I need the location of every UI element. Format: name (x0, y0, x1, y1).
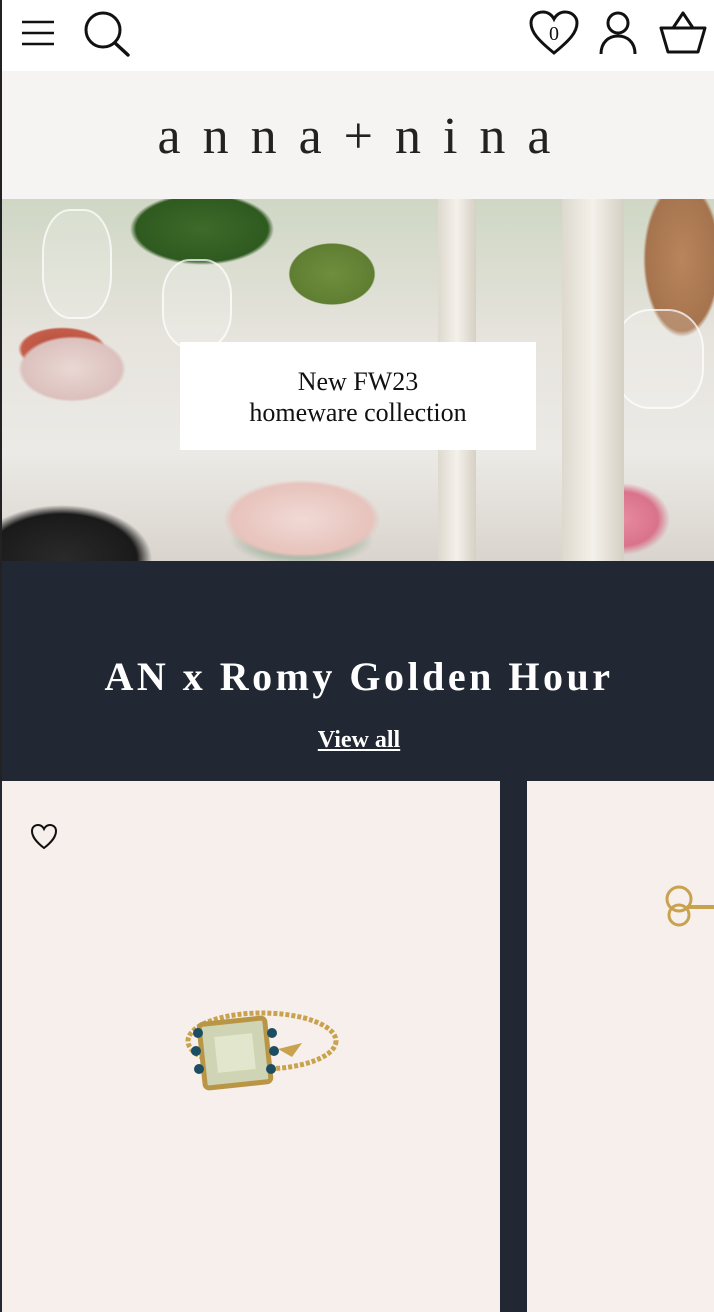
hero-image-glass (162, 259, 232, 349)
basket-icon (659, 11, 707, 54)
collection-section: AN x Romy Golden Hour View all (0, 561, 714, 781)
hamburger-menu-icon (22, 20, 54, 46)
menu-button[interactable] (20, 16, 56, 50)
view-all-link[interactable]: View all (2, 727, 714, 754)
logo-band: anna+nina (0, 71, 714, 199)
wishlist-button[interactable]: 0 (528, 10, 580, 56)
wishlist-count: 0 (549, 23, 559, 45)
hero-image-glass (614, 309, 704, 409)
top-bar: 0 (0, 0, 714, 71)
product-image-ring[interactable] (172, 993, 342, 1103)
hero-caption-line-1: New FW23 (297, 367, 419, 396)
product-card[interactable] (527, 781, 714, 1312)
account-button[interactable] (598, 10, 638, 56)
collection-title: AN x Romy Golden Hour (104, 654, 614, 699)
search-button[interactable] (82, 10, 132, 58)
hero-caption-line-2: homeware collection (249, 398, 467, 427)
hero-caption-card[interactable]: New FW23 homeware collection (180, 342, 536, 450)
user-icon (599, 11, 637, 55)
product-image-earring[interactable] (659, 877, 714, 937)
hero-banner[interactable]: New FW23 homeware collection (0, 199, 714, 561)
add-to-wishlist-button[interactable] (30, 823, 58, 851)
product-carousel[interactable] (0, 781, 714, 1312)
hero-image-candle (562, 199, 624, 561)
brand-logo[interactable]: anna+nina (2, 107, 714, 166)
heart-outline-icon (30, 823, 58, 850)
hero-image-glass (42, 209, 112, 319)
search-icon (84, 11, 130, 57)
product-card[interactable] (2, 781, 500, 1312)
cart-button[interactable] (658, 10, 708, 56)
